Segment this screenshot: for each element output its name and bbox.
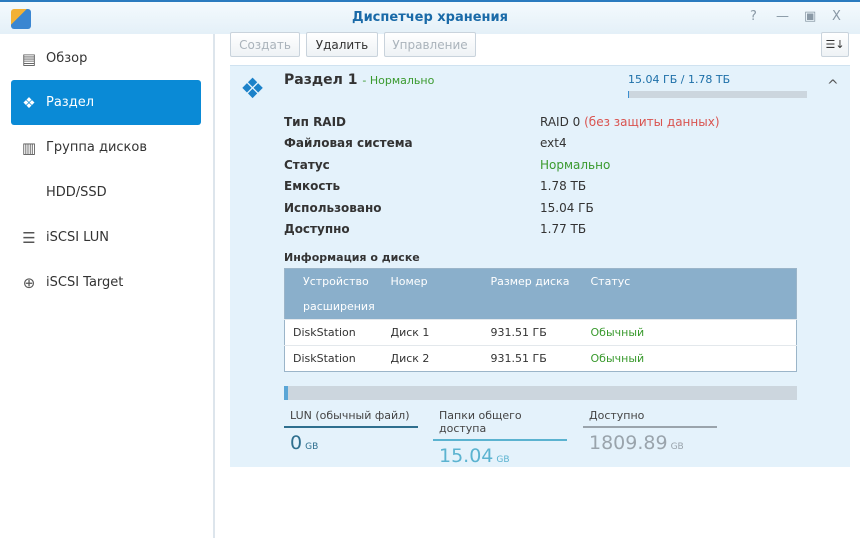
sidebar-item-iscsi-lun[interactable]: ☰ iSCSI LUN [11, 215, 201, 260]
cell: Диск 2 [382, 345, 483, 372]
prop-value: Нормально [540, 158, 611, 172]
stat-unit: GB [496, 455, 510, 465]
prop-value: ext4 [540, 136, 567, 150]
sidebar-item-hdd-ssd[interactable]: HDD/SSD [11, 170, 201, 215]
stat-value: 0 [290, 432, 303, 454]
cell: 931.51 ГБ [482, 345, 583, 372]
bottom-usage-fill [284, 386, 289, 400]
stat-unit: GB [670, 442, 684, 452]
collapse-chevron-icon[interactable]: ^ [827, 78, 839, 94]
volume-cube-icon: ❖ [240, 72, 266, 105]
sidebar-item-volume[interactable]: ❖ Раздел [11, 80, 201, 125]
cell: 931.51 ГБ [482, 319, 583, 346]
table-row[interactable]: DiskStation Диск 1 931.51 ГБ Обычный [284, 319, 797, 346]
volume-usage: 15.04 ГБ / 1.78 ТБ [628, 73, 731, 86]
prop-value: 15.04 ГБ [540, 201, 594, 215]
sort-button[interactable]: ☰↓ [821, 32, 849, 57]
stat-label: Папки общего доступа [433, 409, 567, 441]
help-button[interactable]: ? [750, 9, 757, 24]
disk-table: Устройство расширения Номер Размер диска Ст… [284, 268, 797, 372]
column-header: Номер [382, 268, 483, 320]
prop-label: Файловая система [284, 136, 413, 150]
sidebar-item-disk-group[interactable]: ▥ Группа дисков [11, 125, 201, 170]
cell: Диск 1 [382, 319, 483, 346]
prop-value: 1.78 ТБ [540, 179, 587, 193]
volume-icon: ❖ [22, 93, 36, 112]
prop-label: Доступно [284, 222, 350, 236]
disk-info-title: Информация о диске [284, 251, 420, 264]
sidebar: ▤ Обзор ❖ Раздел ▥ Группа дисков HDD/SSD ☰ i… [0, 34, 215, 538]
stat-lun: LUN (обычный файл) 0 GB [284, 409, 418, 454]
sidebar-item-overview[interactable]: ▤ Обзор [11, 36, 201, 81]
prop-label: Тип RAID [284, 115, 347, 129]
sidebar-item-label: iSCSI LUN [46, 230, 109, 245]
title-bar: Диспетчер хранения ? — ▣ X [0, 0, 860, 34]
prop-value: 1.77 ТБ [540, 222, 587, 236]
stat-label: Доступно [583, 409, 717, 428]
stat-unit: GB [305, 442, 319, 452]
cell: DiskStation [284, 345, 383, 372]
prop-label: Емкость [284, 179, 341, 193]
column-header: Размер диска [482, 268, 583, 320]
prop-value: RAID 0 (без защиты данных) [540, 115, 720, 129]
volume-panel: ❖ Раздел 1 - Нормально 15.04 ГБ / 1.78 Т… [230, 65, 850, 467]
sidebar-item-label: Группа дисков [46, 140, 148, 155]
sidebar-item-label: HDD/SSD [46, 185, 107, 200]
column-header: Статус [582, 268, 797, 320]
volume-status: - Нормально [362, 74, 435, 87]
close-button[interactable]: X [832, 9, 841, 24]
delete-button[interactable]: Удалить [306, 32, 378, 57]
iscsi-lun-icon: ☰ [22, 228, 36, 247]
stat-label: LUN (обычный файл) [284, 409, 418, 428]
hdd-icon [19, 184, 39, 202]
disk-group-icon: ▥ [21, 138, 37, 157]
stat-value: 15.04 [439, 445, 494, 467]
overview-icon: ▤ [21, 49, 37, 68]
create-button[interactable]: Создать [230, 32, 300, 57]
volume-usage-fill [628, 91, 630, 98]
sidebar-item-iscsi-target[interactable]: ⊕ iSCSI Target [11, 260, 201, 305]
minimize-button[interactable]: — [776, 9, 789, 24]
volume-usage-bar [628, 91, 807, 98]
sidebar-item-label: iSCSI Target [46, 275, 124, 290]
column-header: Устройство расширения [284, 268, 383, 320]
cell: Обычный [582, 345, 797, 372]
stat-available: Доступно 1809.89 GB [583, 409, 717, 454]
cell: DiskStation [284, 319, 383, 346]
maximize-button[interactable]: ▣ [804, 9, 816, 24]
stat-value: 1809.89 [589, 432, 668, 454]
raid-type: RAID 0 [540, 115, 581, 129]
prop-label: Статус [284, 158, 330, 172]
raid-warning: (без защиты данных) [584, 115, 720, 129]
volume-name: Раздел 1 [284, 72, 358, 88]
volume-title: Раздел 1 - Нормально [284, 72, 434, 88]
sidebar-item-label: Раздел [46, 95, 95, 110]
iscsi-target-icon: ⊕ [22, 273, 36, 292]
bottom-usage-bar [284, 386, 797, 400]
stat-shared-folders: Папки общего доступа 15.04 GB [433, 409, 567, 467]
manage-button[interactable]: Управление [384, 32, 476, 57]
cell: Обычный [582, 319, 797, 346]
prop-label: Использовано [284, 201, 382, 215]
table-row[interactable]: DiskStation Диск 2 931.51 ГБ Обычный [284, 345, 797, 372]
window-title: Диспетчер хранения [352, 10, 508, 25]
sidebar-item-label: Обзор [46, 51, 88, 66]
